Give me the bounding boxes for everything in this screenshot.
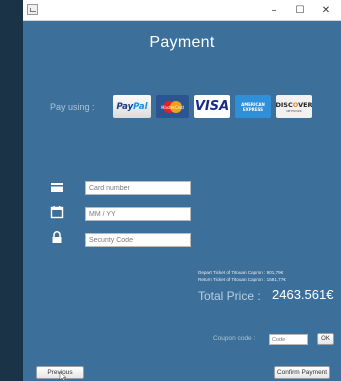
expiry-date-input[interactable] xyxy=(85,207,191,221)
minimize-button[interactable]: – xyxy=(261,0,287,21)
amex-text-express: EXPRESS xyxy=(242,106,264,112)
security-code-input[interactable] xyxy=(85,233,191,247)
depart-ticket-line: Depart Ticket of Titouan Capron : 901,79… xyxy=(198,270,284,275)
discover-text: DISCOVER xyxy=(276,101,312,109)
discover-text-ver: VER xyxy=(298,100,312,109)
card-number-input[interactable] xyxy=(85,181,191,195)
lock-icon xyxy=(52,231,62,243)
pay-using-label: Pay using : xyxy=(50,102,95,112)
paypal-text-pay: Pay xyxy=(116,101,134,112)
page-title: Payment xyxy=(149,34,215,51)
calendar-icon xyxy=(50,206,64,219)
discover-logo[interactable]: DISCOVER NETWORK xyxy=(276,95,312,118)
coupon-ok-button[interactable]: OK xyxy=(317,333,334,345)
discover-text-disc: DISC xyxy=(276,100,293,109)
paypal-text-pal: Pal xyxy=(133,101,148,112)
visa-logo[interactable]: VISA xyxy=(194,95,230,118)
maximize-button[interactable]: ☐ xyxy=(287,0,313,21)
title-bar: – ☐ ✕ xyxy=(23,0,341,21)
paypal-logo[interactable]: Pay Pal xyxy=(113,95,151,118)
coupon-code-input[interactable] xyxy=(269,334,308,345)
total-price-value: 2463.561€ xyxy=(272,287,334,302)
return-ticket-line: Return Ticket of Titouan Capron : 1561,7… xyxy=(198,277,286,282)
coupon-code-label: Coupon code : xyxy=(213,335,256,342)
amex-logo[interactable]: AMERICAN EXPRESS xyxy=(235,95,271,118)
mastercard-logo[interactable]: MasterCard xyxy=(156,95,189,118)
mastercard-text: MasterCard xyxy=(160,105,185,110)
visa-text: VISA xyxy=(194,99,230,114)
confirm-payment-button[interactable]: Confirm Payment xyxy=(274,366,330,379)
payment-window: – ☐ ✕ Payment Pay using : Pay Pal MasterC… xyxy=(23,0,341,381)
discover-subtext: NETWORK xyxy=(286,108,302,113)
app-icon xyxy=(27,4,38,15)
credit-card-icon xyxy=(51,183,63,192)
total-price-label: Total Price : xyxy=(198,289,261,303)
close-button[interactable]: ✕ xyxy=(313,0,339,21)
mouse-cursor-icon xyxy=(59,372,67,381)
